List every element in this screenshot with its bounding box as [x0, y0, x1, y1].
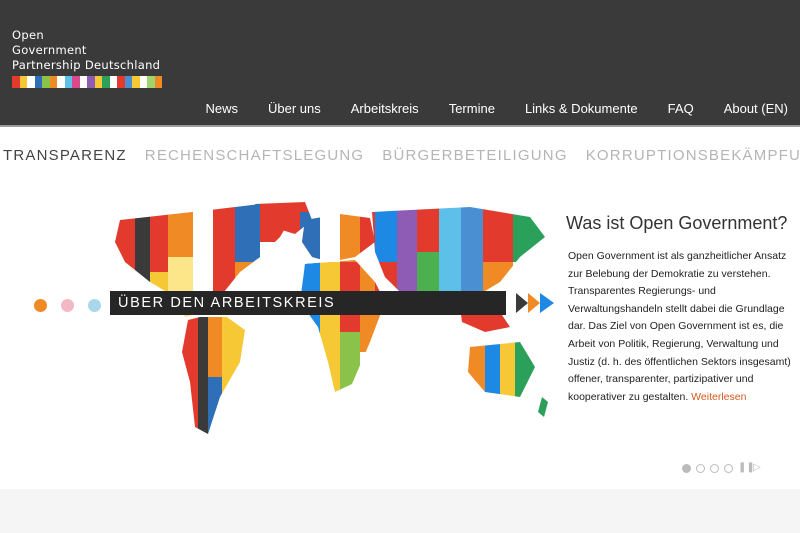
- slide-pager: ❚❚ ▷: [682, 463, 763, 473]
- read-more-link[interactable]: Weiterlesen: [691, 391, 746, 403]
- logo-stripe: [79, 76, 87, 88]
- site-logo[interactable]: Open Government Partnership Deutschland: [12, 28, 162, 88]
- site-header: Open Government Partnership Deutschland …: [0, 0, 800, 125]
- slider-dot-2[interactable]: [61, 299, 74, 312]
- logo-stripe: [94, 76, 102, 88]
- logo-line-1: Open: [12, 28, 44, 42]
- logo-stripe: [147, 76, 155, 88]
- keyword-korruptionsbekaempfung[interactable]: KORRUPTIONSBEKÄMPFUNG: [586, 147, 800, 164]
- logo-stripe: [117, 76, 125, 88]
- logo-stripe: [49, 76, 57, 88]
- nav-item-ueber-uns[interactable]: Über uns: [253, 101, 336, 116]
- nav-item-news[interactable]: News: [191, 101, 254, 116]
- arbeitskreis-banner[interactable]: ÜBER DEN ARBEITSKREIS: [110, 291, 506, 315]
- logo-stripe: [154, 76, 162, 88]
- keyword-buergerbeteiligung[interactable]: BÜRGERBETEILIGUNG: [382, 147, 567, 164]
- pager-dot-3[interactable]: [710, 463, 719, 473]
- logo-stripe: [64, 76, 72, 88]
- logo-stripe: [139, 76, 147, 88]
- slider-dot-3[interactable]: [88, 299, 101, 312]
- logo-stripe: [57, 76, 65, 88]
- logo-stripe: [72, 76, 80, 88]
- logo-stripe: [34, 76, 42, 88]
- logo-stripe: [132, 76, 140, 88]
- nav-item-links-dokumente[interactable]: Links & Dokumente: [510, 101, 653, 116]
- main-nav: News Über uns Arbeitskreis Termine Links…: [191, 101, 789, 116]
- pause-icon[interactable]: ❚❚: [738, 463, 755, 473]
- keyword-rechenschaftslegung[interactable]: RECHENSCHAFTSLEGUNG: [145, 147, 365, 164]
- nav-item-about-en[interactable]: About (EN): [709, 101, 788, 116]
- nav-item-termine[interactable]: Termine: [434, 101, 510, 116]
- logo-stripe: [124, 76, 132, 88]
- slider-dot-1[interactable]: [34, 299, 47, 312]
- nav-item-faq[interactable]: FAQ: [653, 101, 709, 116]
- panel-body-text: Open Government ist als ganzheitlicher A…: [568, 250, 791, 403]
- logo-stripe: [12, 76, 20, 88]
- panel-title: Was ist Open Government?: [566, 213, 788, 233]
- keyword-transparenz[interactable]: TRANSPARENZ: [3, 147, 127, 164]
- pager-dot-2[interactable]: [696, 463, 705, 473]
- slider-dots: [34, 299, 101, 312]
- logo-stripe: [109, 76, 117, 88]
- world-map-image[interactable]: [90, 202, 550, 437]
- logo-line-3: Partnership Deutschland: [12, 58, 161, 72]
- logo-stripe: [87, 76, 95, 88]
- nav-item-arbeitskreis[interactable]: Arbeitskreis: [336, 101, 434, 116]
- logo-stripe: [42, 76, 50, 88]
- play-icon[interactable]: ▷: [753, 463, 763, 473]
- logo-line-2: Government: [12, 43, 87, 57]
- panel-body: Open Government ist als ganzheitlicher A…: [568, 248, 792, 406]
- main-content: TRANSPARENZ RECHENSCHAFTSLEGUNG BÜRGERBE…: [0, 127, 800, 489]
- next-arrow-icon[interactable]: [516, 293, 556, 313]
- keyword-tabs: TRANSPARENZ RECHENSCHAFTSLEGUNG BÜRGERBE…: [3, 147, 800, 164]
- logo-stripes: [12, 76, 162, 88]
- pager-dot-1[interactable]: [682, 463, 691, 473]
- logo-stripe: [19, 76, 27, 88]
- logo-stripe: [27, 76, 35, 88]
- pager-dot-4[interactable]: [724, 463, 733, 473]
- logo-stripe: [102, 76, 110, 88]
